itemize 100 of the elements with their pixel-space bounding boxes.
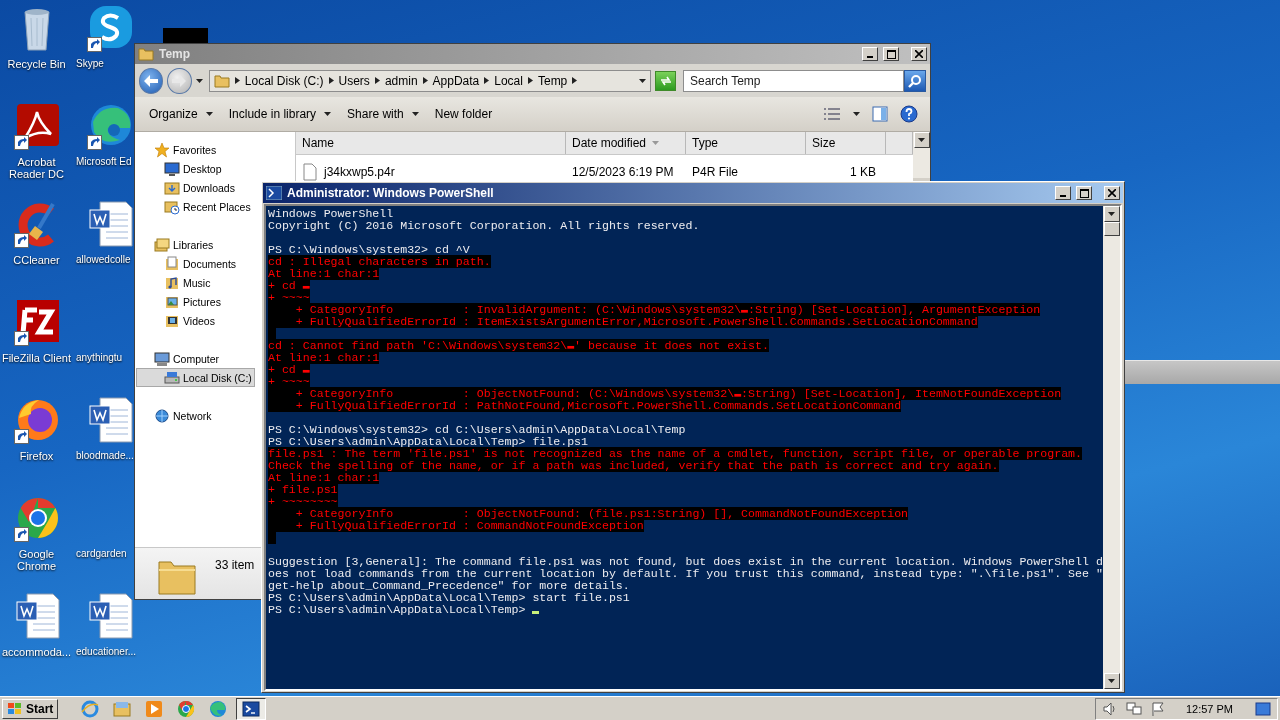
- column-header[interactable]: Date modified: [566, 132, 686, 154]
- chevron-icon: [374, 77, 380, 84]
- window-title: Temp: [159, 47, 192, 61]
- icon-label[interactable]: Recycle Bin: [7, 58, 66, 70]
- console-line: Copyright (C) 2016 Microsoft Corporation. All rights reserved.: [268, 219, 700, 232]
- folder-icon: [113, 699, 132, 718]
- icon-label[interactable]: FileZilla Client: [1, 352, 72, 364]
- clock[interactable]: 12:57 PM: [1185, 702, 1233, 715]
- icon-label[interactable]: accommoda...: [1, 646, 72, 658]
- taskbar-button[interactable]: [236, 697, 267, 720]
- window-fragment: [163, 28, 208, 43]
- close-icon: [915, 50, 923, 58]
- speaker-icon[interactable]: [1101, 700, 1118, 717]
- flag-icon[interactable]: [1149, 700, 1166, 717]
- icon-label[interactable]: educationer...: [76, 646, 137, 658]
- drive-icon: [164, 369, 180, 386]
- close-button[interactable]: [1104, 186, 1120, 200]
- library-icon: [154, 236, 170, 253]
- maximize-icon: [886, 49, 896, 59]
- breadcrumb[interactable]: Temp: [537, 73, 568, 88]
- breadcrumb[interactable]: Local: [494, 73, 523, 88]
- show-desktop-icon[interactable]: [1255, 701, 1271, 716]
- toolbar-button[interactable]: Include in library: [220, 103, 340, 125]
- icon-label[interactable]: Skype: [76, 58, 104, 70]
- console-line: oes not load commands from the current location by default. If you trust this command, instead type: ".\file.ps1". See ": [268, 567, 1103, 580]
- maximize-icon: [1079, 188, 1089, 198]
- scrollbar[interactable]: [913, 132, 930, 178]
- terminal-icon: [266, 186, 282, 200]
- minimize-button[interactable]: [862, 47, 878, 61]
- icon-label[interactable]: Google Chrome: [0, 548, 73, 572]
- window-title: Administrator: Windows PowerShell: [287, 186, 495, 200]
- chevron-icon: [422, 77, 428, 84]
- icon-label[interactable]: allowedcolle: [76, 254, 131, 266]
- table-cell-text: P4R File: [691, 165, 739, 179]
- caret-icon: [1108, 679, 1115, 683]
- nav-item[interactable]: Music: [136, 273, 214, 292]
- breadcrumb[interactable]: admin: [384, 73, 418, 88]
- icon-label[interactable]: Firefox: [19, 450, 54, 462]
- icon-label[interactable]: cardgarden: [76, 548, 127, 560]
- table-cell-text: 12/5/2023 6:19 PM: [571, 165, 675, 179]
- item-count: 33 item: [215, 558, 255, 572]
- caret-icon: [918, 138, 925, 142]
- app-icon: [209, 699, 228, 718]
- scroll-button[interactable]: [1103, 206, 1120, 222]
- breadcrumb[interactable]: Users: [338, 73, 370, 88]
- nav-item[interactable]: Videos: [136, 311, 218, 330]
- icon-label[interactable]: anythingtu: [76, 352, 123, 364]
- browser-icon: [81, 699, 100, 718]
- monitor-icon: [164, 160, 180, 177]
- scroll-button[interactable]: [1103, 673, 1120, 689]
- console-line: PS C:\Users\admin\AppData\Local\Temp>: [268, 603, 527, 616]
- nav-item[interactable]: Documents: [136, 254, 240, 273]
- search-button[interactable]: [904, 69, 926, 92]
- icon-label[interactable]: CCleaner: [13, 254, 60, 266]
- music-icon: [164, 274, 180, 291]
- toolbar-button[interactable]: Organize: [141, 103, 221, 125]
- breadcrumb[interactable]: AppData: [432, 73, 480, 88]
- nav-item[interactable]: Local Disk (C:): [136, 368, 255, 387]
- caret-icon: [639, 78, 647, 83]
- nav-item[interactable]: Favorites: [135, 140, 220, 159]
- nav-item[interactable]: Libraries: [135, 235, 217, 254]
- console-line: Suggestion [3,General]: The command file.ps1 was not found, but does exist in the current location. Windows PowerShell d: [268, 555, 1103, 568]
- nav-item[interactable]: Network: [135, 406, 215, 425]
- close-icon: [1108, 189, 1116, 197]
- minimize-button[interactable]: [1055, 186, 1071, 200]
- back-button[interactable]: [139, 67, 164, 94]
- maximize-button[interactable]: [1076, 186, 1092, 200]
- toolbar-button[interactable]: Share with: [339, 103, 427, 125]
- network-icon: [154, 407, 170, 424]
- refresh-button[interactable]: [655, 70, 676, 91]
- toolbar-button[interactable]: New folder: [426, 103, 501, 125]
- icon-label[interactable]: Acrobat Reader DC: [0, 156, 73, 180]
- file-name[interactable]: j34kxwp5.p4r: [324, 165, 395, 179]
- start-button[interactable]: Start: [2, 698, 59, 719]
- column-header[interactable]: Name: [296, 132, 566, 154]
- scroll-button[interactable]: [913, 132, 930, 148]
- maximize-button[interactable]: [883, 47, 899, 61]
- table-cell-text: 1 KB: [849, 165, 877, 179]
- nav-item[interactable]: Recent Places: [136, 197, 254, 216]
- scroll-thumb[interactable]: [1103, 222, 1120, 236]
- console-line: Windows PowerShell: [268, 207, 394, 220]
- address-bar[interactable]: Local Disk (C:) Users admin AppData Local Temp: [208, 69, 652, 92]
- console-line: PS C:\Users\admin\AppData\Local\Temp> start file.ps1: [268, 591, 630, 604]
- breadcrumb[interactable]: Local Disk (C:): [244, 73, 324, 88]
- folder-icon: [164, 179, 180, 196]
- scrollbar[interactable]: [1103, 206, 1120, 689]
- icon-label[interactable]: Microsoft Ed: [76, 156, 132, 168]
- column-header[interactable]: Type: [686, 132, 806, 154]
- search-field[interactable]: Search Temp: [683, 69, 904, 92]
- folder-icon: [138, 46, 154, 62]
- column-header[interactable]: Size: [806, 132, 886, 154]
- close-button[interactable]: [911, 47, 927, 61]
- network-icon[interactable]: [1125, 700, 1142, 717]
- nav-item[interactable]: Computer: [135, 349, 223, 368]
- nav-item[interactable]: Pictures: [136, 292, 224, 311]
- windows-flag-icon: [7, 701, 23, 716]
- nav-item[interactable]: Desktop: [136, 159, 225, 178]
- icon-label[interactable]: bloodmade...: [76, 450, 134, 462]
- nav-item[interactable]: Downloads: [136, 178, 238, 197]
- console-line: get-help about_Command_Precedence" for more details.: [268, 579, 630, 592]
